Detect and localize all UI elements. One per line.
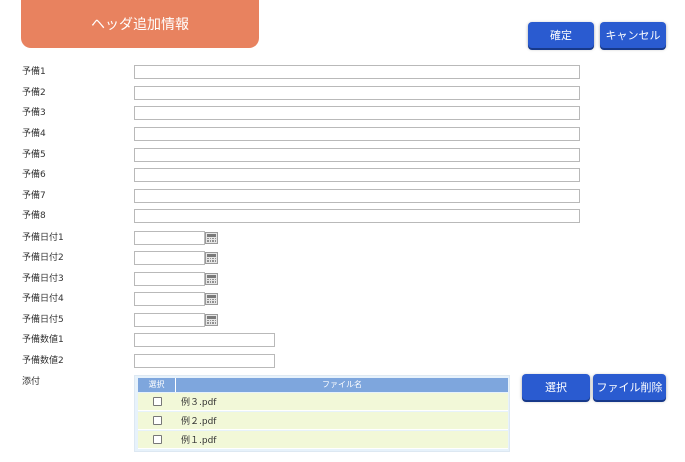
file-name: 例２.pdf bbox=[181, 417, 217, 427]
number-field-2[interactable] bbox=[134, 354, 275, 368]
text-field-5[interactable] bbox=[134, 148, 580, 162]
field-label: 予備2 bbox=[22, 88, 46, 98]
confirm-button[interactable]: 確定 bbox=[528, 22, 594, 48]
calendar-icon[interactable] bbox=[205, 232, 218, 244]
text-field-2[interactable] bbox=[134, 86, 580, 100]
header-title-tab: ヘッダ追加情報 bbox=[21, 0, 259, 48]
column-header-filename: ファイル名 bbox=[322, 380, 362, 389]
attachment-table: 選択 ファイル名 例３.pdf 例２.pdf 例１.pdf bbox=[134, 375, 510, 452]
field-label: 予備日付2 bbox=[22, 253, 64, 263]
calendar-icon[interactable] bbox=[205, 314, 218, 326]
page-title: ヘッダ追加情報 bbox=[91, 17, 189, 33]
field-label: 予備1 bbox=[22, 67, 46, 77]
field-label: 予備日付4 bbox=[22, 294, 64, 304]
table-row[interactable]: 例３.pdf bbox=[138, 393, 508, 411]
date-field-4[interactable] bbox=[134, 292, 205, 306]
file-name: 例１.pdf bbox=[181, 436, 217, 446]
field-label: 予備日付1 bbox=[22, 233, 64, 243]
text-field-4[interactable] bbox=[134, 127, 580, 141]
field-label: 予備6 bbox=[22, 170, 46, 180]
table-row[interactable]: 例１.pdf bbox=[138, 431, 508, 449]
field-label: 予備日付5 bbox=[22, 315, 64, 325]
date-field-1[interactable] bbox=[134, 231, 205, 245]
cancel-button[interactable]: キャンセル bbox=[600, 22, 666, 48]
date-field-3[interactable] bbox=[134, 272, 205, 286]
row-checkbox[interactable] bbox=[152, 416, 162, 425]
field-label: 予備4 bbox=[22, 129, 46, 139]
field-label: 予備8 bbox=[22, 211, 46, 221]
column-header-select: 選択 bbox=[138, 378, 176, 392]
select-file-button[interactable]: 選択 bbox=[522, 374, 590, 400]
field-label: 予備日付3 bbox=[22, 274, 64, 284]
file-name: 例３.pdf bbox=[181, 398, 217, 408]
row-checkbox[interactable] bbox=[152, 435, 162, 444]
calendar-icon[interactable] bbox=[205, 293, 218, 305]
field-label: 予備3 bbox=[22, 108, 46, 118]
attachment-label: 添付 bbox=[22, 377, 41, 387]
date-field-2[interactable] bbox=[134, 251, 205, 265]
text-field-8[interactable] bbox=[134, 209, 580, 223]
text-field-3[interactable] bbox=[134, 106, 580, 120]
calendar-icon[interactable] bbox=[205, 252, 218, 264]
field-label: 予備数値1 bbox=[22, 335, 64, 345]
field-label: 予備5 bbox=[22, 150, 46, 160]
field-label: 予備数値2 bbox=[22, 356, 64, 366]
field-label: 予備7 bbox=[22, 191, 46, 201]
number-field-1[interactable] bbox=[134, 333, 275, 347]
table-row[interactable]: 例２.pdf bbox=[138, 412, 508, 430]
text-field-1[interactable] bbox=[134, 65, 580, 79]
delete-file-button[interactable]: ファイル削除 bbox=[593, 374, 666, 400]
calendar-icon[interactable] bbox=[205, 273, 218, 285]
row-checkbox[interactable] bbox=[152, 397, 162, 406]
text-field-7[interactable] bbox=[134, 189, 580, 203]
date-field-5[interactable] bbox=[134, 313, 205, 327]
text-field-6[interactable] bbox=[134, 168, 580, 182]
table-header: 選択 ファイル名 bbox=[138, 378, 508, 392]
